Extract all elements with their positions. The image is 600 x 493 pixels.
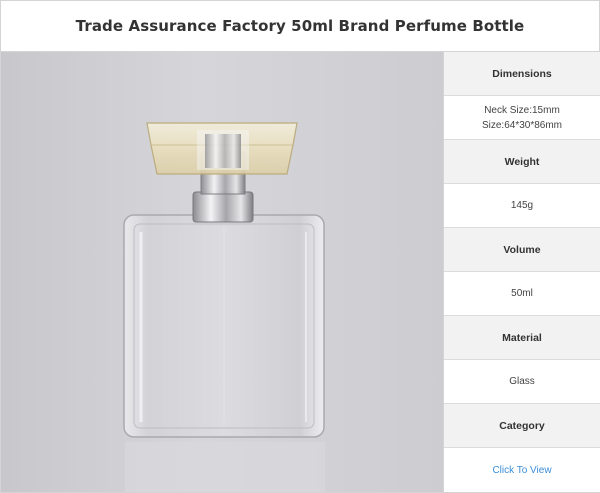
neck-size-text: Neck Size:15mm	[484, 104, 560, 116]
product-image	[1, 52, 443, 492]
dimensions-label: Dimensions	[444, 52, 600, 96]
category-value: Click To View	[444, 448, 600, 492]
volume-label: Volume	[444, 228, 600, 272]
weight-label: Weight	[444, 140, 600, 184]
header: Trade Assurance Factory 50ml Brand Perfu…	[1, 1, 599, 52]
spec-table: Dimensions Neck Size:15mm Size:64*30*86m…	[443, 52, 600, 492]
weight-value: 145g	[444, 184, 600, 228]
category-label: Category	[444, 404, 600, 448]
size-text: Size:64*30*86mm	[481, 119, 563, 131]
perfume-bottle-illustration	[1, 52, 443, 492]
material-value: Glass	[444, 360, 600, 404]
product-card: Trade Assurance Factory 50ml Brand Perfu…	[0, 0, 600, 493]
click-to-view-link[interactable]: Click To View	[492, 463, 551, 478]
page-title: Trade Assurance Factory 50ml Brand Perfu…	[75, 17, 525, 35]
volume-value: 50ml	[444, 272, 600, 316]
dimensions-value: Neck Size:15mm Size:64*30*86mm	[444, 96, 600, 140]
material-label: Material	[444, 316, 600, 360]
